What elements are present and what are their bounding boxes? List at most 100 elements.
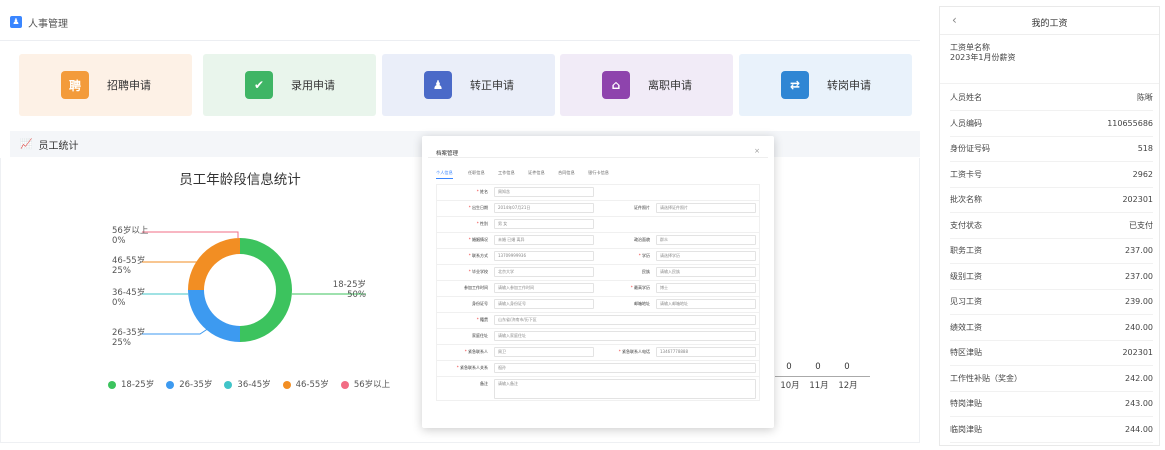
legend-item[interactable]: 36-45岁 — [224, 378, 271, 390]
salary-row-label: 工作性补贴（奖金） — [950, 373, 1022, 383]
field-input[interactable]: 13467778888 — [656, 347, 756, 357]
field-input[interactable]: 北京大学 — [494, 267, 594, 277]
field-label-text: 备注 — [480, 381, 488, 386]
legend-dot — [282, 380, 291, 389]
bar-value-label: 0 — [815, 362, 821, 372]
salary-row-label: 特岗津贴 — [950, 399, 982, 408]
field-label: * 紧急联系人电话 — [598, 349, 650, 355]
salary-row: 工资卡号 2962 — [950, 162, 1153, 188]
field-input[interactable]: 请输入备注 — [494, 379, 756, 399]
legend-item[interactable]: 26-35岁 — [166, 378, 212, 390]
archive-modal: 档案管理 × 个人信息 任职信息 工作信息 证件信息 合同信息 银行卡信息 * 姓名 周知含… — [422, 136, 774, 428]
leave-icon: ⌂ — [602, 71, 630, 99]
salary-row-label: 人员编码 — [950, 118, 982, 128]
field-input[interactable]: 请输入邮箱地址 — [656, 299, 756, 309]
field-input[interactable]: 山东省/济南市/历下区 — [494, 315, 756, 325]
card-0[interactable]: 聘 招聘申请 — [19, 54, 192, 116]
salary-row-value: 243.00 — [1125, 399, 1153, 408]
field-label: 邮箱地址 — [598, 301, 650, 307]
salary-row: 职务工资 237.00 — [950, 238, 1153, 264]
x-tick-label: 11月 — [809, 381, 829, 391]
field-input[interactable]: 周知含 — [494, 187, 594, 197]
field-input[interactable]: 请输入身份证号 — [494, 299, 594, 309]
legend-label: 46-55岁 — [295, 380, 329, 390]
chart-icon: 📈 — [20, 138, 33, 150]
slice-pct-label: 0% — [112, 298, 126, 308]
modal-tabs: 个人信息 任职信息 工作信息 证件信息 合同信息 银行卡信息 — [436, 170, 764, 180]
salary-header: ‹ 我的工资 — [940, 7, 1159, 35]
salary-row-label: 人员姓名 — [950, 93, 982, 102]
field-label-text: 最高学历 — [634, 285, 650, 290]
divider — [0, 40, 920, 41]
field-label-text: 身份证号 — [472, 301, 488, 306]
check-icon: ✔ — [245, 71, 273, 99]
donut-slice-3[interactable] — [188, 238, 240, 290]
close-icon[interactable]: × — [754, 147, 760, 155]
field-input[interactable]: 请输入民族 — [656, 267, 756, 277]
field-input[interactable]: 未婚 已婚 离异 — [494, 235, 594, 245]
donut-legend: 18-25岁 26-35岁 36-45岁 46-55岁 56岁以上 — [108, 378, 468, 390]
field-input[interactable]: 男 女 — [494, 219, 594, 229]
field-input[interactable]: 请选择证件照片 — [656, 203, 756, 213]
salary-row: 级别工资 237.00 — [950, 264, 1153, 290]
monthly-bar-chart: 0 10月 0 11月 0 12月 — [775, 360, 875, 400]
section-title: 员工统计 — [38, 140, 79, 152]
card-3[interactable]: ⌂ 离职申请 — [560, 54, 733, 116]
card-4[interactable]: ⇄ 转岗申请 — [739, 54, 912, 116]
card-1[interactable]: ✔ 录用申请 — [203, 54, 376, 116]
slice-pct-label: 50% — [347, 290, 366, 300]
salary-row-value: 242.00 — [1125, 373, 1153, 383]
field-input[interactable]: 博士 — [656, 283, 756, 293]
salary-row-value: 陈晰 — [1137, 93, 1153, 102]
field-input[interactable]: 祖孙 — [494, 363, 756, 373]
field-label: 备注 — [436, 381, 488, 387]
field-label: * 毕业学校 — [436, 269, 488, 275]
donut-slice-0[interactable] — [240, 238, 292, 342]
salary-row-label: 临岗津贴 — [950, 424, 982, 434]
salary-row-value: 已支付 — [1129, 220, 1153, 230]
card-label: 录用申请 — [291, 79, 335, 92]
salary-row-value: 240.00 — [1125, 322, 1153, 332]
salary-row: 绩效工资 240.00 — [950, 315, 1153, 341]
legend-dot — [340, 380, 349, 389]
my-salary-panel: ‹ 我的工资 工资单名称 2023年1月份薪资 人员姓名 陈晰 人员编码 110655… — [939, 6, 1160, 446]
legend-item[interactable]: 18-25岁 — [108, 378, 154, 390]
bar-value-label: 0 — [786, 362, 792, 372]
salary-title: 我的工资 — [1031, 19, 1068, 29]
tab-1[interactable]: 任职信息 — [468, 170, 485, 178]
slice-pct-label: 25% — [112, 338, 131, 348]
transfer-icon: ⇄ — [781, 71, 809, 99]
tab-4[interactable]: 合同信息 — [558, 170, 575, 178]
field-label-text: 籍贯 — [480, 317, 488, 322]
legend-dot — [108, 380, 116, 389]
legend-item[interactable]: 56岁以上 — [340, 378, 390, 390]
field-input[interactable]: 请选择学历 — [656, 251, 756, 261]
field-label: * 姓名 — [436, 189, 488, 195]
legend-item[interactable]: 46-55岁 — [282, 378, 329, 390]
tab-0[interactable]: 个人信息 — [436, 170, 453, 179]
tab-5[interactable]: 银行卡信息 — [588, 170, 609, 178]
sheet-label: 工资单名称 — [950, 43, 990, 52]
field-label: 身份证号 — [436, 301, 488, 307]
page-title: 人事管理 — [28, 18, 68, 30]
field-label-text: 参加工作时间 — [464, 285, 488, 290]
field-input[interactable]: 周卫 — [494, 347, 594, 357]
field-input[interactable]: 请输入参加工作时间 — [494, 283, 594, 293]
field-input[interactable]: 13709999936 — [494, 251, 594, 261]
card-2[interactable]: ♟ 转正申请 — [382, 54, 555, 116]
field-input[interactable]: 请输入家庭住址 — [494, 331, 756, 341]
field-label: * 性别 — [436, 221, 488, 227]
salary-row-value: 2962 — [1132, 169, 1153, 179]
field-input[interactable]: 2014年07月21日 — [494, 203, 594, 213]
field-input[interactable]: 群众 — [656, 235, 756, 245]
salary-row: 工作性补贴（奖金） 242.00 — [950, 366, 1153, 392]
salary-row-label: 级别工资 — [950, 271, 982, 281]
salary-row-value: 239.00 — [1125, 297, 1153, 306]
legend-label: 36-45岁 — [237, 380, 271, 390]
salary-row-label: 绩效工资 — [950, 322, 982, 332]
field-label: 民族 — [598, 269, 650, 275]
field-label-text: 学历 — [642, 253, 650, 258]
salary-row: 批次名称 202301 — [950, 187, 1153, 213]
tab-2[interactable]: 工作信息 — [498, 170, 515, 178]
tab-3[interactable]: 证件信息 — [528, 170, 545, 178]
